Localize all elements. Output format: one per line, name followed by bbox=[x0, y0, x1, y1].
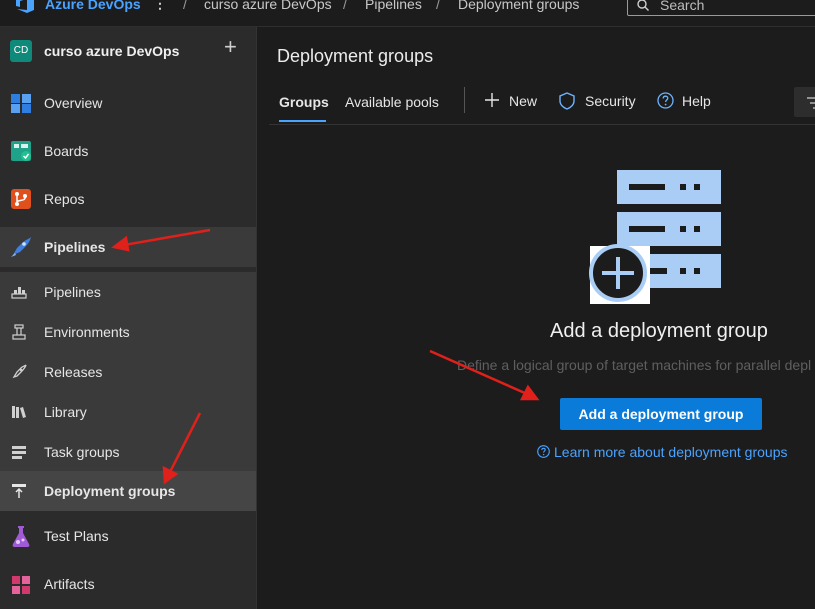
top-bar: Azure DevOps ⋮ / curso azure DevOps / Pi… bbox=[0, 0, 815, 27]
breadcrumb-separator: / bbox=[183, 0, 187, 12]
help-icon bbox=[657, 92, 674, 109]
tab-available-pools[interactable]: Available pools bbox=[345, 94, 439, 110]
sidebar-item-pipelines[interactable]: Pipelines bbox=[0, 227, 256, 267]
new-button-label: New bbox=[509, 93, 538, 109]
help-button-label: Help bbox=[682, 93, 711, 109]
sidebar-item-label: Library bbox=[44, 404, 87, 420]
add-deployment-group-button[interactable]: Add a deployment group bbox=[560, 398, 762, 430]
empty-state-title: Add a deployment group bbox=[550, 320, 768, 342]
sidebar-item-label: Deployment groups bbox=[44, 483, 176, 499]
deployment-groups-icon bbox=[12, 484, 26, 498]
security-button-label: Security bbox=[585, 93, 636, 109]
active-tab-indicator bbox=[279, 120, 326, 122]
help-button[interactable]: Help bbox=[657, 91, 717, 111]
toolbar-separator-line bbox=[269, 124, 815, 125]
plus-icon bbox=[485, 93, 499, 107]
main-content: Deployment groups Groups Available pools… bbox=[257, 27, 815, 609]
test-plans-icon bbox=[12, 526, 30, 547]
project-header[interactable]: CD curso azure DevOps + bbox=[0, 27, 256, 75]
project-name[interactable]: curso azure DevOps bbox=[44, 43, 179, 59]
more-options-icon[interactable]: ⋮ bbox=[153, 0, 167, 12]
sidebar-item-repos[interactable]: Repos bbox=[0, 179, 256, 219]
sidebar-item-label: Pipelines bbox=[44, 239, 106, 255]
empty-state-description: Define a logical group of target machine… bbox=[457, 357, 812, 373]
page-title: Deployment groups bbox=[277, 46, 434, 66]
sidebar-subitem-environments[interactable]: Environments bbox=[0, 312, 256, 352]
breadcrumb-project[interactable]: curso azure DevOps bbox=[204, 0, 332, 12]
sidebar-item-label: Boards bbox=[44, 143, 89, 159]
filter-icon bbox=[807, 97, 815, 109]
search-icon bbox=[637, 0, 649, 11]
search-box[interactable]: Search bbox=[627, 0, 815, 16]
shield-icon bbox=[559, 92, 575, 110]
toolbar-divider bbox=[464, 87, 465, 113]
breadcrumb-separator: / bbox=[343, 0, 347, 12]
azure-devops-logo-icon[interactable] bbox=[14, 0, 36, 14]
overview-icon bbox=[11, 94, 31, 113]
sidebar-subitem-pipelines[interactable]: Pipelines bbox=[0, 272, 256, 312]
pipelines-icon bbox=[11, 237, 31, 257]
artifacts-icon bbox=[12, 576, 30, 594]
add-icon[interactable]: + bbox=[224, 36, 237, 58]
sidebar-item-artifacts[interactable]: Artifacts bbox=[0, 564, 256, 604]
sidebar-item-label: Pipelines bbox=[44, 284, 101, 300]
project-avatar: CD bbox=[10, 40, 32, 62]
sidebar-item-boards[interactable]: Boards bbox=[0, 131, 256, 171]
breadcrumb-pipelines[interactable]: Pipelines bbox=[365, 0, 422, 12]
sidebar-subitem-releases[interactable]: Releases bbox=[0, 352, 256, 392]
breadcrumb-separator: / bbox=[436, 0, 440, 12]
releases-icon bbox=[12, 364, 27, 379]
sidebar-item-label: Environments bbox=[44, 324, 130, 340]
boards-icon bbox=[11, 141, 31, 161]
sidebar-item-label: Task groups bbox=[44, 444, 120, 460]
pipelines-sub-icon bbox=[11, 287, 27, 299]
brand-link[interactable]: Azure DevOps bbox=[45, 0, 141, 12]
security-button[interactable]: Security bbox=[559, 91, 649, 111]
sidebar-item-label: Releases bbox=[44, 364, 103, 380]
help-icon bbox=[537, 445, 550, 458]
environments-icon bbox=[12, 324, 26, 340]
task-groups-icon bbox=[12, 446, 26, 459]
repos-icon bbox=[11, 189, 31, 209]
sidebar-item-test-plans[interactable]: Test Plans bbox=[0, 516, 256, 556]
sidebar-subitem-task-groups[interactable]: Task groups bbox=[0, 432, 256, 472]
sidebar-item-overview[interactable]: Overview bbox=[0, 83, 256, 123]
sidebar-item-label: Artifacts bbox=[44, 576, 95, 592]
sidebar-item-label: Overview bbox=[44, 95, 103, 111]
learn-more-label: Learn more about deployment groups bbox=[554, 444, 788, 460]
sidebar-item-label: Repos bbox=[44, 191, 85, 207]
tab-groups[interactable]: Groups bbox=[279, 94, 329, 110]
sidebar-item-label: Test Plans bbox=[44, 528, 109, 544]
new-button[interactable]: New bbox=[484, 91, 544, 111]
library-icon bbox=[12, 406, 26, 418]
sidebar-subitem-library[interactable]: Library bbox=[0, 392, 256, 432]
sidebar: CD curso azure DevOps + Overview Boards … bbox=[0, 27, 257, 609]
sidebar-subitem-deployment-groups[interactable]: Deployment groups bbox=[0, 471, 256, 511]
breadcrumb-deployment-groups[interactable]: Deployment groups bbox=[458, 0, 579, 12]
server-group-illustration-icon bbox=[589, 170, 721, 304]
search-placeholder: Search bbox=[660, 0, 705, 13]
filter-button[interactable] bbox=[794, 87, 815, 117]
